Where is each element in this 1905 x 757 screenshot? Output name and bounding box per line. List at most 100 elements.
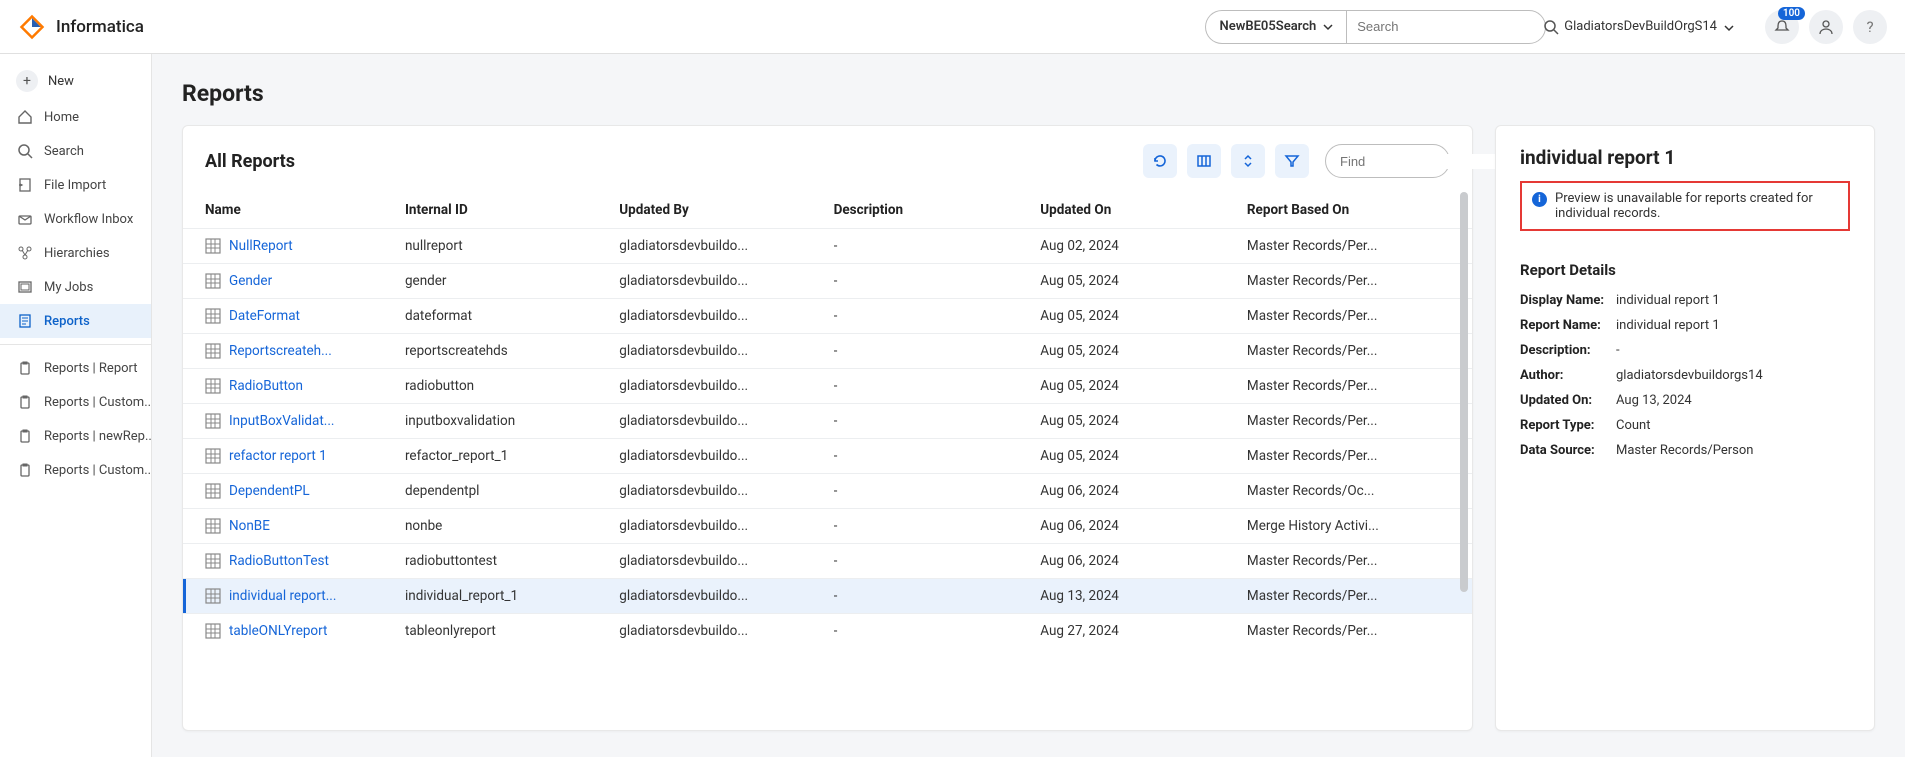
reports-table: NameInternal IDUpdated ByDescriptionUpda… [183, 192, 1472, 648]
cell-updated-on: Aug 02, 2024 [1040, 229, 1247, 264]
find-input-wrap [1325, 144, 1450, 178]
sidebar-item-file-import[interactable]: File Import [0, 168, 151, 202]
sidebar-item-hierarchies[interactable]: Hierarchies [0, 236, 151, 270]
find-input[interactable] [1340, 154, 1516, 169]
column-header[interactable]: Name [183, 192, 405, 229]
cell-internal-id: inputboxvalidation [405, 404, 619, 439]
cell-updated-by: gladiatorsdevbuildo... [619, 509, 833, 544]
cell-internal-id: radiobuttontest [405, 544, 619, 579]
sidebar-item-my-jobs[interactable]: My Jobs [0, 270, 151, 304]
cell-updated-by: gladiatorsdevbuildo... [619, 439, 833, 474]
table-row[interactable]: Gender gender gladiatorsdevbuildo... - A… [183, 264, 1472, 299]
all-reports-panel: All Reports Name [182, 125, 1473, 731]
table-row[interactable]: NonBE nonbe gladiatorsdevbuildo... - Aug… [183, 509, 1472, 544]
report-name-link[interactable]: InputBoxValidat... [229, 413, 335, 429]
search-input[interactable] [1347, 19, 1543, 34]
sidebar-item-reports[interactable]: Reports [0, 304, 151, 338]
filter-icon [1284, 153, 1300, 169]
sidebar-new-button[interactable]: + New [0, 62, 151, 100]
cell-updated-on: Aug 06, 2024 [1040, 474, 1247, 509]
cell-updated-by: gladiatorsdevbuildo... [619, 299, 833, 334]
search-input-wrap [1346, 10, 1546, 44]
cell-based-on: Master Records/Per... [1247, 264, 1454, 299]
table-row[interactable]: InputBoxValidat... inputboxvalidation gl… [183, 404, 1472, 439]
column-header[interactable]: Updated By [619, 192, 833, 229]
report-name-link[interactable]: DependentPL [229, 483, 310, 499]
filter-button[interactable] [1275, 144, 1309, 178]
grid-icon [205, 273, 221, 289]
report-name-link[interactable]: DateFormat [229, 308, 300, 324]
cell-based-on: Master Records/Per... [1247, 544, 1454, 579]
sidebar-subitem[interactable]: Reports | Report [0, 351, 151, 385]
chevron-down-icon [1320, 19, 1336, 35]
table-row[interactable]: tableONLYreport tableonlyreport gladiato… [183, 614, 1472, 649]
report-name-link[interactable]: refactor report 1 [229, 448, 327, 464]
inbox-icon [16, 210, 34, 228]
column-header[interactable]: Description [834, 192, 1041, 229]
reports-icon [16, 312, 34, 330]
cell-updated-by: gladiatorsdevbuildo... [619, 474, 833, 509]
table-row[interactable]: individual report... individual_report_1… [183, 579, 1472, 614]
user-icon [1818, 19, 1834, 35]
detail-field-value: Master Records/Person [1616, 443, 1850, 458]
table-row[interactable]: NullReport nullreport gladiatorsdevbuild… [183, 229, 1472, 264]
table-row[interactable]: DependentPL dependentpl gladiatorsdevbui… [183, 474, 1472, 509]
table-row[interactable]: Reportscreateh... reportscreatehds gladi… [183, 334, 1472, 369]
detail-field-value: gladiatorsdevbuildorgs14 [1616, 368, 1850, 383]
detail-field-label: Data Source: [1520, 443, 1610, 458]
sidebar-item-label: Search [44, 144, 84, 159]
main-content: Reports All Reports [152, 54, 1905, 757]
report-name-link[interactable]: individual report... [229, 588, 336, 604]
table-row[interactable]: refactor report 1 refactor_report_1 glad… [183, 439, 1472, 474]
cell-based-on: Master Records/Per... [1247, 614, 1454, 649]
help-button[interactable]: ? [1853, 10, 1887, 44]
user-button[interactable] [1809, 10, 1843, 44]
detail-field-value: Aug 13, 2024 [1616, 393, 1850, 408]
refresh-button[interactable] [1143, 144, 1177, 178]
table-header-row: NameInternal IDUpdated ByDescriptionUpda… [183, 192, 1472, 229]
org-switcher[interactable]: GladiatorsDevBuildOrgS14 [1564, 19, 1735, 34]
hierarchy-icon [16, 244, 34, 262]
report-name-link[interactable]: NonBE [229, 518, 270, 534]
cell-updated-on: Aug 05, 2024 [1040, 334, 1247, 369]
sidebar-subitem[interactable]: Reports | Custom... [0, 385, 151, 419]
table-row[interactable]: DateFormat dateformat gladiatorsdevbuild… [183, 299, 1472, 334]
columns-button[interactable] [1187, 144, 1221, 178]
cell-updated-on: Aug 05, 2024 [1040, 264, 1247, 299]
cell-internal-id: nullreport [405, 229, 619, 264]
column-header[interactable]: Updated On [1040, 192, 1247, 229]
sidebar-new-label: New [48, 74, 74, 89]
scrollbar[interactable] [1460, 192, 1468, 726]
cell-based-on: Master Records/Per... [1247, 439, 1454, 474]
brand-logo-icon [18, 13, 46, 41]
table-row[interactable]: RadioButton radiobutton gladiatorsdevbui… [183, 369, 1472, 404]
sort-button[interactable] [1231, 144, 1265, 178]
search-scope-dropdown[interactable]: NewBE05Search [1205, 10, 1347, 44]
column-header[interactable]: Internal ID [405, 192, 619, 229]
cell-updated-by: gladiatorsdevbuildo... [619, 369, 833, 404]
column-header[interactable]: Report Based On [1247, 192, 1454, 229]
clipboard-icon [16, 393, 34, 411]
report-name-link[interactable]: Gender [229, 273, 272, 289]
report-name-link[interactable]: RadioButtonTest [229, 553, 329, 569]
sidebar-item-home[interactable]: Home [0, 100, 151, 134]
refresh-icon [1152, 153, 1168, 169]
import-icon [16, 176, 34, 194]
clipboard-icon [16, 461, 34, 479]
notifications-button[interactable]: 100 [1765, 10, 1799, 44]
detail-field-label: Report Name: [1520, 318, 1610, 333]
report-name-link[interactable]: Reportscreateh... [229, 343, 332, 359]
sidebar-subitem[interactable]: Reports | Custom... [0, 453, 151, 487]
table-row[interactable]: RadioButtonTest radiobuttontest gladiato… [183, 544, 1472, 579]
sidebar-subitem[interactable]: Reports | newRep... [0, 419, 151, 453]
preview-unavailable-callout: i Preview is unavailable for reports cre… [1520, 181, 1850, 231]
cell-internal-id: radiobutton [405, 369, 619, 404]
sidebar-item-search[interactable]: Search [0, 134, 151, 168]
report-name-link[interactable]: tableONLYreport [229, 623, 327, 639]
help-icon: ? [1866, 18, 1873, 36]
report-name-link[interactable]: RadioButton [229, 378, 303, 394]
scrollbar-thumb[interactable] [1460, 192, 1468, 592]
sidebar-item-workflow-inbox[interactable]: Workflow Inbox [0, 202, 151, 236]
brand-name: Informatica [56, 17, 144, 37]
report-name-link[interactable]: NullReport [229, 238, 293, 254]
